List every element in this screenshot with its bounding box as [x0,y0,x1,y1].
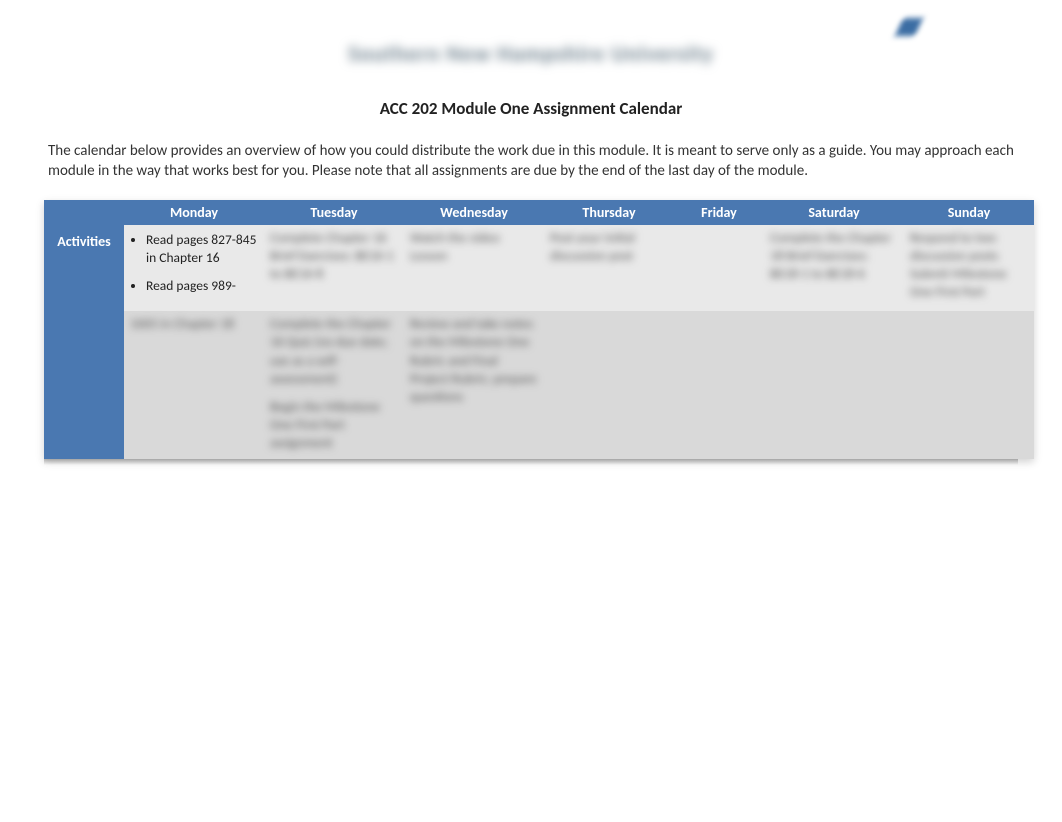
header-row: Monday Tuesday Wednesday Thursday Friday… [44,200,1034,225]
blurred-text: 1005 in Chapter 18 [130,315,258,333]
row-label-activities: Activities [44,225,124,459]
cell-wednesday: Watch the video Lesson [404,225,544,312]
table-shadow [44,459,1018,465]
cell-monday: Read pages 827-845 in Chapter 16 Read pa… [124,225,264,312]
cell-friday-2 [674,311,764,459]
cell-wednesday-2: Review and take notes on the Milestone O… [404,311,544,459]
cell-sunday: Respond to two discussion posts Submit M… [904,225,1034,312]
blurred-text: Complete the Chapter 18 Brief Exercises:… [770,229,898,284]
blurred-text: Complete Chapter 16 Brief Exercises: BE1… [270,229,398,284]
blurred-text: Complete the Chapter 16 Quiz (no due dat… [270,315,398,388]
calendar-table-wrap: Monday Tuesday Wednesday Thursday Friday… [44,200,1018,465]
list-item: Read pages 989- [146,277,258,295]
cell-saturday-2 [764,311,904,459]
cell-saturday: Complete the Chapter 18 Brief Exercises:… [764,225,904,312]
cell-tuesday-2: Complete the Chapter 16 Quiz (no due dat… [264,311,404,459]
blurred-text: Post your initial discussion post [550,229,668,265]
blurred-text: Respond to two discussion posts [910,229,1028,265]
blurred-text: Review and take notes on the Milestone O… [410,315,538,406]
list-item: Read pages 827-845 in Chapter 16 [146,231,258,267]
blurred-text: Submit Milestone One First Part [910,265,1028,301]
document-page: Southern New Hampshire University ACC 20… [0,0,1062,465]
header-wednesday: Wednesday [404,200,544,225]
header-saturday: Saturday [764,200,904,225]
cell-tuesday: Complete Chapter 16 Brief Exercises: BE1… [264,225,404,312]
header-friday: Friday [674,200,764,225]
cell-monday-2: 1005 in Chapter 18 [124,311,264,459]
monday-list: Read pages 827-845 in Chapter 16 Read pa… [130,231,258,296]
calendar-table: Monday Tuesday Wednesday Thursday Friday… [44,200,1034,459]
intro-paragraph: The calendar below provides an overview … [48,141,1014,182]
cell-friday [674,225,764,312]
header-corner [44,200,124,225]
blurred-text: Watch the video Lesson [410,229,538,265]
cell-thursday-2 [544,311,674,459]
activities-row-lower: 1005 in Chapter 18 Complete the Chapter … [44,311,1034,459]
header-tuesday: Tuesday [264,200,404,225]
cell-thursday: Post your initial discussion post [544,225,674,312]
header-sunday: Sunday [904,200,1034,225]
logo-text: Southern New Hampshire University [348,40,714,67]
page-title: ACC 202 Module One Assignment Calendar [48,98,1014,119]
header-thursday: Thursday [544,200,674,225]
institution-logo: Southern New Hampshire University [48,40,1014,90]
activities-row-upper: Activities Read pages 827-845 in Chapter… [44,225,1034,312]
blurred-text: Begin the Milestone One First Part assig… [270,398,398,453]
logo-accent-icon [895,18,923,36]
header-monday: Monday [124,200,264,225]
cell-sunday-2 [904,311,1034,459]
